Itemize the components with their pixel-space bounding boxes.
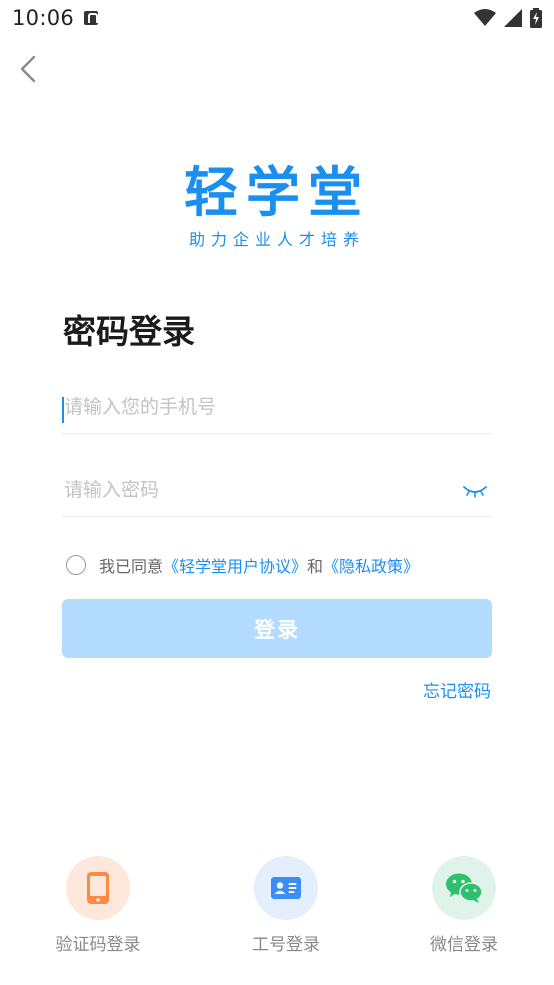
wechat-login-option[interactable]: 微信登录 xyxy=(404,856,524,955)
employee-login-icon-circle xyxy=(254,856,318,920)
wechat-login-icon-circle xyxy=(432,856,496,920)
sms-login-icon-circle xyxy=(66,856,130,920)
notification-icon xyxy=(84,11,98,25)
agreement-row: 我已同意 《轻学堂用户协议》 和 《隐私政策》 xyxy=(66,553,419,577)
phone-icon xyxy=(87,872,109,904)
employee-id-login-option[interactable]: 工号登录 xyxy=(226,856,346,955)
forgot-password-link[interactable]: 忘记密码 xyxy=(423,677,491,702)
wechat-login-label: 微信登录 xyxy=(430,935,498,955)
agreement-and: 和 xyxy=(307,557,324,576)
battery-charging-icon xyxy=(530,8,542,28)
app-logo-slogan: 助力企业人才培养 xyxy=(188,230,365,249)
privacy-policy-link[interactable]: 《隐私政策》 xyxy=(323,553,419,577)
signal-icon xyxy=(504,9,522,27)
wechat-icon xyxy=(446,873,482,903)
phone-field xyxy=(62,383,492,434)
password-field xyxy=(62,466,492,517)
sms-login-label: 验证码登录 xyxy=(55,935,141,955)
user-agreement-link[interactable]: 《轻学堂用户协议》 xyxy=(163,553,307,577)
app-logo-title: 轻学堂 xyxy=(184,161,370,224)
back-arrow-icon[interactable] xyxy=(14,54,44,84)
page-title: 密码登录 xyxy=(63,312,195,351)
id-card-icon xyxy=(271,877,301,899)
sms-code-login-option[interactable]: 验证码登录 xyxy=(38,856,158,955)
agreement-prefix: 我已同意 xyxy=(99,557,164,576)
wifi-icon xyxy=(474,9,496,26)
status-time: 10:06 xyxy=(12,6,75,30)
agreement-checkbox[interactable] xyxy=(66,555,86,575)
login-button[interactable]: 登录 xyxy=(62,599,492,658)
phone-input[interactable] xyxy=(62,387,454,427)
status-icons xyxy=(474,8,542,28)
eye-closed-icon[interactable] xyxy=(462,484,488,500)
employee-login-label: 工号登录 xyxy=(252,935,320,955)
password-input[interactable] xyxy=(62,470,454,510)
